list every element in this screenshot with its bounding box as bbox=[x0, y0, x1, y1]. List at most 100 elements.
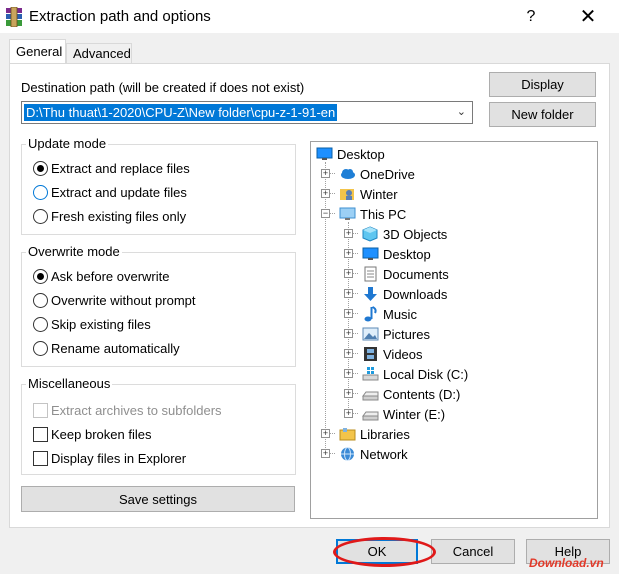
radio-rename-automatically[interactable]: Rename automatically bbox=[33, 341, 180, 356]
film-icon bbox=[364, 347, 377, 361]
winrar-icon bbox=[6, 7, 22, 27]
radio-overwrite-without-prompt[interactable]: Overwrite without prompt bbox=[33, 293, 196, 308]
tree-node-desktop[interactable]: Desktop bbox=[362, 245, 431, 263]
radio-ask-before-overwrite[interactable]: Ask before overwrite bbox=[33, 269, 170, 284]
radio-button[interactable] bbox=[33, 269, 48, 284]
tab-advanced[interactable]: Advanced bbox=[66, 43, 132, 63]
tree-node-documents[interactable]: Documents bbox=[362, 265, 449, 283]
tree-node-winter-e[interactable]: Winter (E:) bbox=[362, 405, 445, 423]
update-mode-title: Update mode bbox=[26, 136, 109, 151]
tree-node-desktop-root[interactable]: Desktop bbox=[316, 145, 385, 163]
tree-node-contents-d[interactable]: Contents (D:) bbox=[362, 385, 460, 403]
radio-label: Skip existing files bbox=[51, 317, 151, 332]
checkbox[interactable] bbox=[33, 451, 48, 466]
expand-icon[interactable]: + bbox=[344, 269, 353, 278]
expand-icon[interactable]: + bbox=[344, 229, 353, 238]
tree-node-local-disk-c[interactable]: Local Disk (C:) bbox=[362, 365, 468, 383]
watermark-text: Download.vn bbox=[529, 556, 604, 570]
expand-icon[interactable]: + bbox=[321, 169, 330, 178]
desktop-icon bbox=[362, 247, 379, 260]
cancel-button[interactable]: Cancel bbox=[431, 539, 515, 564]
cube-icon bbox=[362, 226, 378, 242]
tree-node-music[interactable]: Music bbox=[362, 305, 417, 323]
tree-node-onedrive[interactable]: OneDrive bbox=[339, 165, 415, 183]
expand-icon[interactable]: + bbox=[344, 349, 353, 358]
radio-button[interactable] bbox=[33, 161, 48, 176]
tree-label: OneDrive bbox=[360, 166, 415, 182]
expand-icon[interactable]: + bbox=[344, 309, 353, 318]
save-settings-button[interactable]: Save settings bbox=[21, 486, 295, 512]
radio-label: Extract and replace files bbox=[51, 161, 190, 176]
radio-button[interactable] bbox=[33, 209, 48, 224]
download-arrow-icon bbox=[364, 287, 377, 301]
checkbox-display-in-explorer[interactable]: Display files in Explorer bbox=[33, 451, 186, 466]
collapse-icon[interactable]: − bbox=[321, 209, 330, 218]
chevron-down-icon[interactable]: ⌄ bbox=[457, 105, 466, 118]
tree-node-downloads[interactable]: Downloads bbox=[362, 285, 447, 303]
tree-label: Videos bbox=[383, 346, 423, 362]
close-window-button[interactable]: ✕ bbox=[565, 0, 611, 33]
tree-node-libraries[interactable]: Libraries bbox=[339, 425, 410, 443]
new-folder-button[interactable]: New folder bbox=[489, 102, 596, 127]
windows-drive-icon bbox=[362, 367, 379, 381]
radio-button[interactable] bbox=[33, 293, 48, 308]
tree-label: Winter bbox=[360, 186, 398, 202]
expand-icon[interactable]: + bbox=[344, 369, 353, 378]
tree-label: Local Disk (C:) bbox=[383, 366, 469, 382]
music-note-icon bbox=[364, 306, 377, 322]
checkbox-extract-to-subfolders[interactable]: Extract archives to subfolders bbox=[33, 403, 222, 418]
tree-label: 3D Objects bbox=[383, 226, 448, 242]
drive-icon bbox=[362, 391, 379, 401]
radio-skip-existing[interactable]: Skip existing files bbox=[33, 317, 151, 332]
drive-icon bbox=[362, 411, 379, 421]
window-title: Extraction path and options bbox=[29, 8, 211, 25]
radio-fresh-existing[interactable]: Fresh existing files only bbox=[33, 209, 186, 224]
cloud-icon bbox=[341, 169, 355, 179]
help-titlebar-button[interactable]: ? bbox=[508, 0, 554, 33]
tree-node-3d-objects[interactable]: 3D Objects bbox=[362, 225, 447, 243]
tree-node-this-pc[interactable]: This PC bbox=[339, 205, 406, 223]
radio-button[interactable] bbox=[33, 341, 48, 356]
checkbox-keep-broken-files[interactable]: Keep broken files bbox=[33, 427, 151, 442]
expand-icon[interactable]: + bbox=[344, 249, 353, 258]
checkbox-label: Extract archives to subfolders bbox=[51, 403, 222, 418]
computer-icon bbox=[339, 207, 356, 220]
expand-icon[interactable]: + bbox=[344, 389, 353, 398]
destination-path-combobox[interactable]: D:\Thu thuat\1-2020\CPU-Z\New folder\cpu… bbox=[21, 101, 473, 124]
tab-general[interactable]: General bbox=[9, 39, 66, 63]
overwrite-mode-title: Overwrite mode bbox=[26, 244, 122, 259]
tree-label: Downloads bbox=[383, 286, 448, 302]
document-icon bbox=[364, 266, 377, 282]
desktop-icon bbox=[316, 147, 333, 160]
checkbox[interactable] bbox=[33, 403, 48, 418]
tree-label: Contents (D:) bbox=[383, 386, 461, 402]
expand-icon[interactable]: + bbox=[321, 189, 330, 198]
radio-extract-update[interactable]: Extract and update files bbox=[33, 185, 187, 200]
tree-node-network[interactable]: Network bbox=[339, 445, 408, 463]
tree-node-winter[interactable]: Winter bbox=[339, 185, 398, 203]
checkbox[interactable] bbox=[33, 427, 48, 442]
tree-label: Desktop bbox=[383, 246, 431, 262]
tree-label: Pictures bbox=[383, 326, 430, 342]
tree-node-pictures[interactable]: Pictures bbox=[362, 325, 430, 343]
tree-label: Documents bbox=[383, 266, 449, 282]
expand-icon[interactable]: + bbox=[344, 329, 353, 338]
expand-icon[interactable]: + bbox=[321, 429, 330, 438]
folder-tree[interactable]: Desktop + OneDrive + Winter − This PC + … bbox=[310, 141, 598, 519]
tree-label: Network bbox=[360, 446, 408, 462]
network-icon bbox=[341, 447, 354, 461]
display-button[interactable]: Display bbox=[489, 72, 596, 97]
radio-button[interactable] bbox=[33, 185, 48, 200]
expand-icon[interactable]: + bbox=[321, 449, 330, 458]
tree-node-videos[interactable]: Videos bbox=[362, 345, 423, 363]
miscellaneous-title: Miscellaneous bbox=[26, 376, 113, 391]
expand-icon[interactable]: + bbox=[344, 409, 353, 418]
title-bar: Extraction path and options ? ✕ bbox=[0, 0, 619, 33]
radio-extract-replace[interactable]: Extract and replace files bbox=[33, 161, 190, 176]
destination-path-label: Destination path (will be created if doe… bbox=[21, 80, 305, 95]
destination-path-value[interactable]: D:\Thu thuat\1-2020\CPU-Z\New folder\cpu… bbox=[24, 104, 338, 121]
tree-label: Winter (E:) bbox=[383, 406, 446, 422]
user-folder-icon bbox=[340, 189, 354, 200]
expand-icon[interactable]: + bbox=[344, 289, 353, 298]
radio-button[interactable] bbox=[33, 317, 48, 332]
